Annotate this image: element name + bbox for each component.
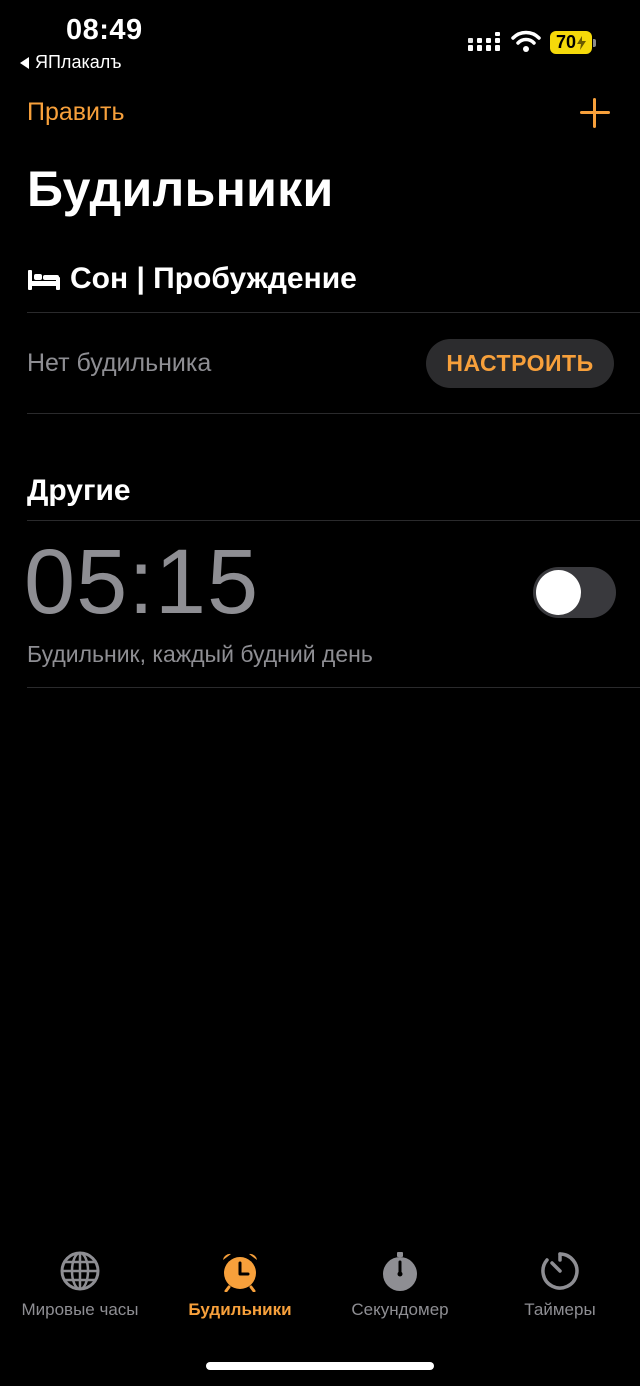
sleep-section-title: Сон | Пробуждение [70, 262, 357, 295]
divider [27, 520, 640, 521]
divider [27, 312, 640, 313]
tab-label: Мировые часы [21, 1300, 139, 1319]
charging-bolt-icon [577, 35, 587, 50]
edit-button[interactable]: Править [27, 98, 125, 127]
timer-icon [541, 1252, 579, 1290]
battery-level: 70 [555, 32, 577, 52]
back-to-app-link[interactable]: ЯПлакалъ [20, 52, 121, 73]
alarm-toggle[interactable] [533, 567, 616, 618]
sleep-section-header: Сон | Пробуждение [27, 262, 357, 296]
plus-icon[interactable] [578, 96, 612, 130]
back-app-label: ЯПлакалъ [35, 52, 122, 72]
alarm-label: Будильник, каждый будний день [27, 641, 373, 667]
status-time: 08:49 [66, 14, 143, 46]
wifi-icon [511, 30, 541, 52]
tab-label: Будильники [188, 1300, 292, 1319]
divider [27, 413, 640, 414]
cellular-signal-icon [468, 32, 500, 51]
battery-indicator: 70 [550, 31, 596, 54]
stopwatch-icon [383, 1252, 417, 1291]
tab-world-clock[interactable]: Мировые часы [0, 1250, 160, 1320]
alarm-clock-icon [223, 1253, 257, 1292]
tab-timers[interactable]: Таймеры [480, 1250, 640, 1320]
back-arrow-icon [20, 56, 29, 69]
globe-icon [60, 1251, 100, 1291]
divider [27, 687, 640, 688]
tab-alarms[interactable]: Будильники [160, 1250, 320, 1320]
home-indicator[interactable] [206, 1362, 434, 1370]
clock-app-screen: 08:49 ЯПлакалъ 70 Править Будильники Сон… [0, 0, 640, 1386]
tab-label: Таймеры [524, 1300, 596, 1319]
alarm-time: 05:15 [24, 531, 260, 633]
tab-bar: Мировые часы Будильники Секундомер Тайме… [0, 1250, 640, 1340]
tab-stopwatch[interactable]: Секундомер [320, 1250, 480, 1320]
page-title: Будильники [27, 161, 334, 217]
bed-icon [28, 270, 60, 290]
no-alarm-text: Нет будильника [27, 349, 212, 377]
setup-button[interactable]: НАСТРОИТЬ [426, 339, 614, 388]
tab-label: Секундомер [351, 1300, 449, 1319]
other-section-header: Другие [27, 474, 131, 507]
battery-cap [593, 38, 596, 47]
toggle-knob [536, 570, 581, 615]
